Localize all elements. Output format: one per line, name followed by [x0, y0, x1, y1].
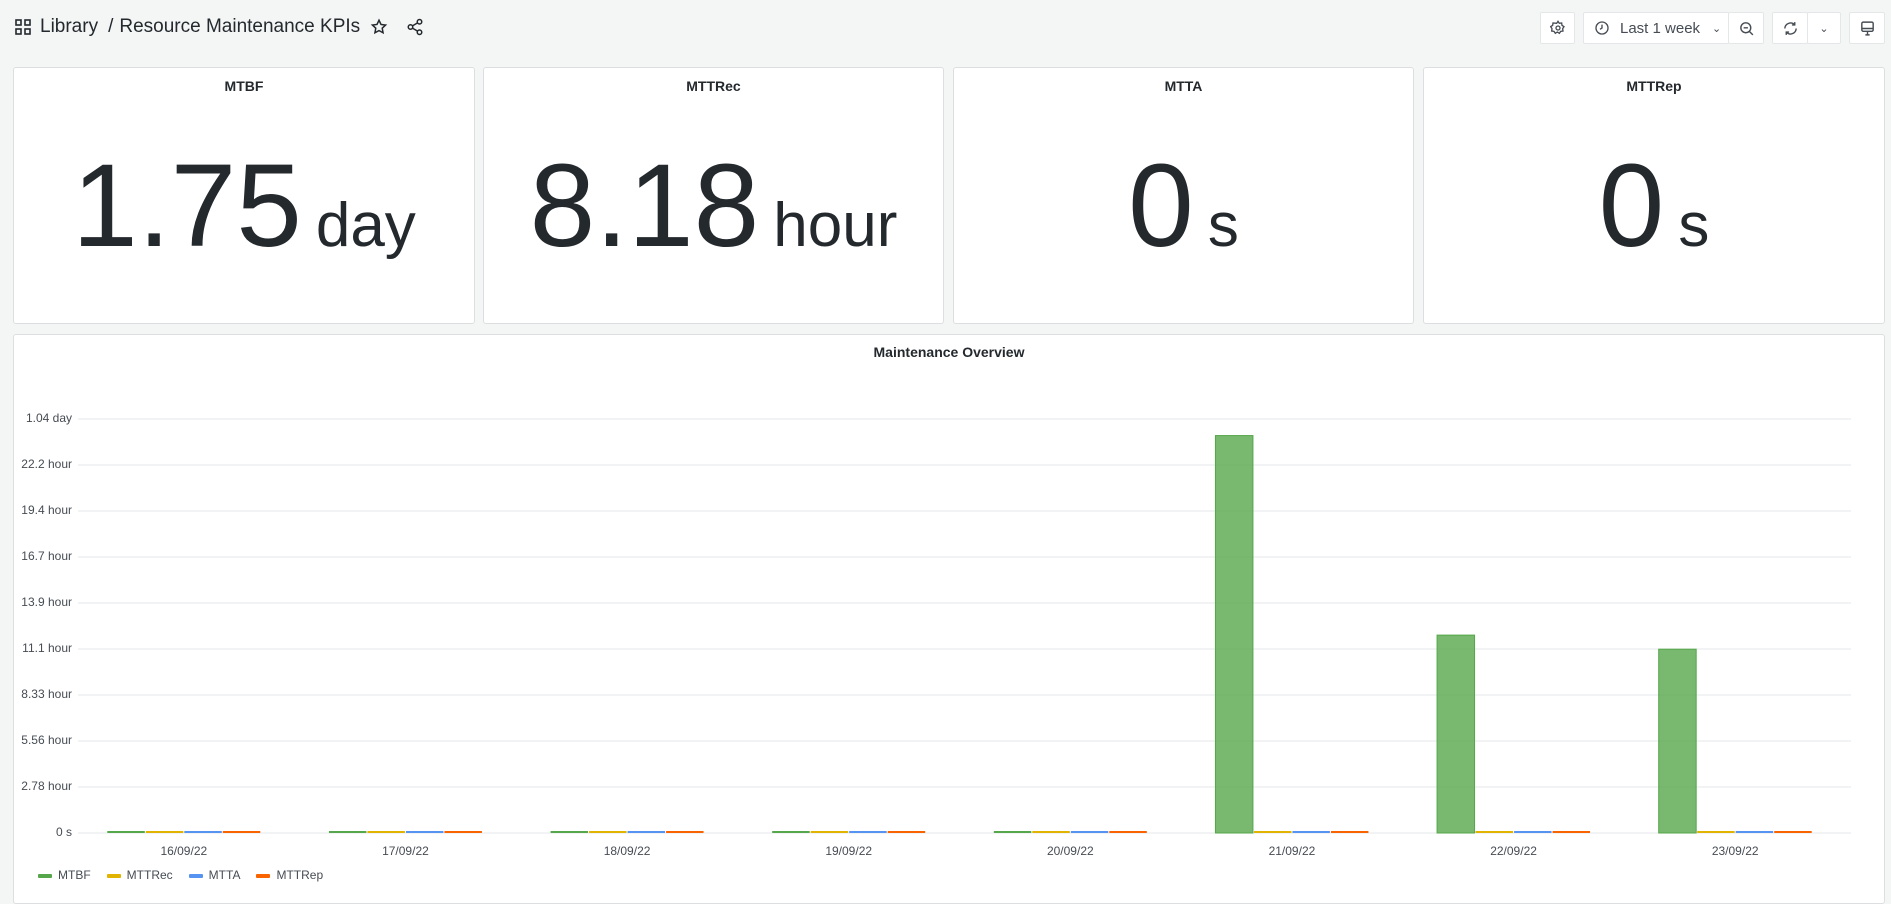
- bar-mttrec-20/09/22[interactable]: [1032, 831, 1070, 833]
- legend-swatch: [106, 873, 121, 878]
- legend-label: MTTA: [208, 868, 241, 882]
- bar-mtta-21/09/22[interactable]: [1292, 831, 1330, 833]
- bar-mtta-16/09/22[interactable]: [184, 831, 222, 833]
- x-tick-label: 22/09/22: [1490, 844, 1537, 858]
- bar-mtta-17/09/22[interactable]: [405, 831, 444, 833]
- legend-item-mttrec[interactable]: MTTRec: [106, 868, 173, 882]
- bar-mttrec-18/09/22[interactable]: [589, 831, 627, 833]
- bar-mttrep-18/09/22[interactable]: [666, 831, 704, 833]
- y-tick-label: 11.1 hour: [22, 641, 72, 655]
- bar-mttrep-20/09/22[interactable]: [1109, 831, 1147, 833]
- bar-mtta-20/09/22[interactable]: [1070, 831, 1109, 833]
- y-tick-label: 0 s: [55, 825, 72, 839]
- legend-item-mtta[interactable]: MTTA: [188, 868, 241, 882]
- bar-mtbf-19/09/22[interactable]: [772, 831, 810, 833]
- bar-mttrep-19/09/22[interactable]: [887, 831, 926, 833]
- bar-mtbf-18/09/22[interactable]: [550, 831, 589, 833]
- bar-mttrep-23/09/22[interactable]: [1774, 831, 1812, 833]
- bar-mttrec-22/09/22[interactable]: [1475, 831, 1514, 833]
- bar-mttrec-21/09/22[interactable]: [1253, 831, 1292, 833]
- bar-mttrep-16/09/22[interactable]: [222, 831, 261, 833]
- legend-label: MTBF: [58, 868, 91, 882]
- bar-mttrec-23/09/22[interactable]: [1697, 831, 1735, 833]
- chart-legend: MTBF MTTRec MTTA MTTRep: [38, 868, 323, 882]
- legend-swatch: [188, 873, 203, 878]
- legend-label: MTTRec: [126, 868, 173, 882]
- bar-mtbf-23/09/22[interactable]: [1658, 648, 1697, 834]
- bar-mtbf-17/09/22[interactable]: [328, 831, 367, 833]
- legend-item-mttrep[interactable]: MTTRep: [256, 868, 323, 882]
- bar-mttrep-21/09/22[interactable]: [1330, 831, 1369, 833]
- bar-chart: [78, 418, 1851, 834]
- y-tick-label: 16.7 hour: [21, 549, 72, 563]
- x-tick-label: 18/09/22: [603, 844, 651, 858]
- bar-mttrec-17/09/22[interactable]: [367, 831, 405, 833]
- bar-mtbf-22/09/22[interactable]: [1436, 634, 1476, 834]
- bar-mtbf-16/09/22[interactable]: [107, 831, 145, 833]
- bar-mtbf-20/09/22[interactable]: [993, 831, 1032, 833]
- x-tick-label: 20/09/22: [1046, 844, 1094, 858]
- y-tick-label: 19.4 hour: [21, 503, 72, 517]
- legend-label: MTTRep: [276, 868, 324, 882]
- legend-swatch: [38, 873, 52, 878]
- x-tick-label: 23/09/22: [1711, 844, 1759, 858]
- legend-item-mtbf[interactable]: MTBF: [38, 868, 91, 882]
- bar-mtta-22/09/22[interactable]: [1514, 831, 1552, 833]
- y-tick-label: 1.04 day: [25, 411, 72, 425]
- bar-mtta-19/09/22[interactable]: [849, 831, 887, 833]
- y-tick-label: 13.9 hour: [21, 595, 72, 609]
- bar-mttrep-17/09/22[interactable]: [444, 831, 482, 833]
- y-tick-label: 22.2 hour: [21, 457, 72, 471]
- y-tick-label: 5.56 hour: [21, 733, 72, 747]
- bar-mtta-18/09/22[interactable]: [627, 831, 666, 833]
- bar-mttrec-16/09/22[interactable]: [145, 831, 184, 833]
- bar-mttrec-19/09/22[interactable]: [810, 831, 849, 833]
- x-tick-label: 21/09/22: [1268, 844, 1316, 858]
- x-tick-label: 16/09/22: [160, 844, 208, 858]
- bar-mtbf-21/09/22[interactable]: [1214, 435, 1254, 834]
- bar-mtta-23/09/22[interactable]: [1735, 831, 1774, 833]
- y-tick-label: 8.33 hour: [21, 687, 72, 701]
- y-tick-label: 2.78 hour: [21, 779, 72, 793]
- x-tick-label: 19/09/22: [825, 844, 873, 858]
- x-tick-label: 17/09/22: [382, 844, 429, 858]
- legend-swatch: [256, 873, 271, 878]
- bar-mttrep-22/09/22[interactable]: [1552, 831, 1591, 833]
